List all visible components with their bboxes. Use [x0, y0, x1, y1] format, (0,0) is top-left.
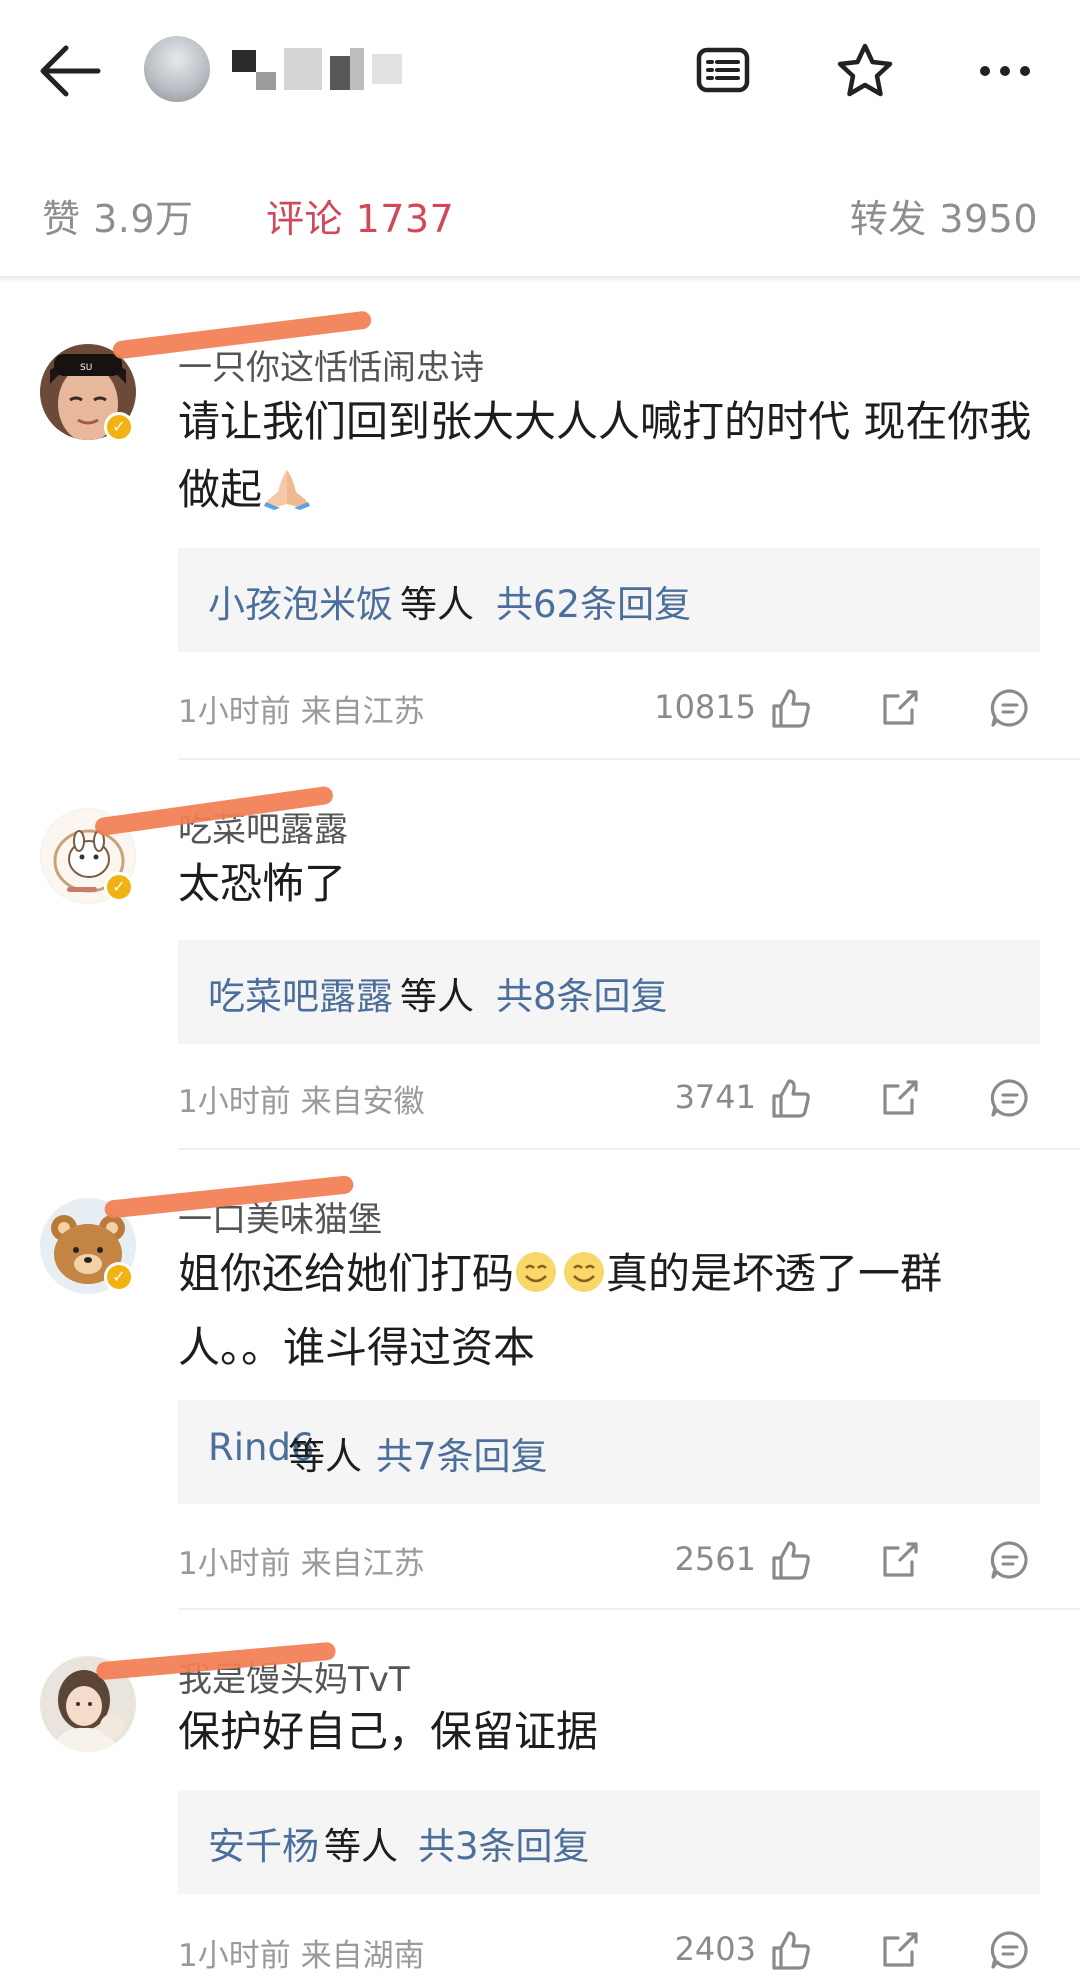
- reply-comment-icon[interactable]: [988, 1538, 1032, 1582]
- commenter-name[interactable]: 一只你这恬恬闹忠诗: [178, 340, 484, 389]
- reply-count-link[interactable]: 共62条回复: [496, 574, 691, 628]
- comment-text: 请让我们回到张大大人人喊打的时代 现在你我做起: [178, 388, 1038, 530]
- more-options-icon[interactable]: [972, 38, 1038, 104]
- reply-user-link[interactable]: 吃菜吧露露: [208, 966, 393, 1020]
- reader-mode-icon[interactable]: [690, 38, 756, 104]
- smiling-face-icon: [514, 1246, 606, 1314]
- share-icon[interactable]: [878, 686, 922, 730]
- like-count: 10815: [654, 688, 756, 726]
- reply-connector: 等人: [400, 975, 474, 1018]
- folded-hands-icon: [262, 462, 312, 530]
- post-stats-bar: 赞 3.9万 评论 1737 转发 3950: [0, 140, 1080, 278]
- verified-badge-icon: ✓: [104, 872, 134, 902]
- reply-summary[interactable]: Rind6 等人 共7条回复: [178, 1400, 1040, 1504]
- reply-count-link[interactable]: 共7条回复: [376, 1426, 548, 1480]
- like-count: 2403: [674, 1930, 756, 1968]
- favorite-star-icon[interactable]: [832, 38, 898, 104]
- verified-badge-icon: ✓: [104, 412, 134, 442]
- reply-connector: 等人: [288, 1435, 362, 1478]
- reply-comment-icon[interactable]: [988, 1076, 1032, 1120]
- comment-divider: [178, 1148, 1080, 1150]
- comment-item: SU ✓ 一只你这恬恬闹忠诗 请让我们回到张大大人人喊打的时代 现在你我做起 小…: [0, 282, 1080, 762]
- reply-comment-icon[interactable]: [988, 686, 1032, 730]
- comment-text: 保护好自己，保留证据: [178, 1707, 599, 1756]
- share-icon[interactable]: [878, 1538, 922, 1582]
- verified-badge-icon: ✓: [104, 1262, 134, 1292]
- comment-text: 太恐怖了: [178, 859, 347, 908]
- reply-comment-icon[interactable]: [988, 1928, 1032, 1972]
- reply-user-link[interactable]: 小孩泡米饭: [208, 574, 393, 628]
- reply-connector: 等人: [400, 583, 474, 626]
- back-arrow-icon[interactable]: [38, 42, 102, 100]
- like-thumb-icon[interactable]: [768, 686, 812, 730]
- reposts-tab[interactable]: 转发 3950: [850, 188, 1038, 243]
- comment-time-location: 1小时前 来自湖南: [178, 1938, 425, 1974]
- like-count: 3741: [674, 1078, 756, 1116]
- like-thumb-icon[interactable]: [768, 1538, 812, 1582]
- svg-text:SU: SU: [80, 363, 92, 373]
- like-count: 2561: [674, 1540, 756, 1578]
- comment-item: 我是馒头妈TvT 保护好自己，保留证据 安千杨 等人 共3条回复 1小时前 来自…: [0, 1612, 1080, 1974]
- author-avatar[interactable]: [144, 36, 210, 102]
- top-bar: [0, 0, 1080, 140]
- comment-time-location: 1小时前 来自江苏: [178, 694, 425, 730]
- reply-summary[interactable]: 安千杨 等人 共3条回复: [178, 1790, 1040, 1894]
- like-thumb-icon[interactable]: [768, 1076, 812, 1120]
- reply-user-link[interactable]: 安千杨: [208, 1816, 319, 1870]
- comment-divider: [178, 1608, 1080, 1610]
- reply-connector: 等人: [324, 1825, 398, 1868]
- reply-summary[interactable]: 小孩泡米饭 等人 共62条回复: [178, 548, 1040, 652]
- comment-text: 姐你还给她们打码 真的是坏透了一群人。。谁斗得过资本: [178, 1240, 1038, 1382]
- reply-summary[interactable]: 吃菜吧露露 等人 共8条回复: [178, 940, 1040, 1044]
- comment-time-location: 1小时前 来自江苏: [178, 1546, 425, 1582]
- reply-count-link[interactable]: 共8条回复: [496, 966, 668, 1020]
- comments-tab[interactable]: 评论 1737: [266, 188, 454, 243]
- comment-item: ✓ 一口美味猫堡 姐你还给她们打码 真的是坏透了一群人。。谁斗得过资本 Rind6…: [0, 1152, 1080, 1612]
- comment-item: ✓ 吃菜吧露露 太恐怖了 吃菜吧露露 等人 共8条回复 1小时前 来自安徽 37…: [0, 762, 1080, 1152]
- reply-count-link[interactable]: 共3条回复: [418, 1816, 590, 1870]
- comment-time-location: 1小时前 来自安徽: [178, 1084, 425, 1120]
- share-icon[interactable]: [878, 1928, 922, 1972]
- share-icon[interactable]: [878, 1076, 922, 1120]
- comment-divider: [178, 758, 1080, 760]
- likes-tab[interactable]: 赞 3.9万: [42, 188, 194, 243]
- like-thumb-icon[interactable]: [768, 1928, 812, 1972]
- author-name-redacted: [232, 48, 412, 92]
